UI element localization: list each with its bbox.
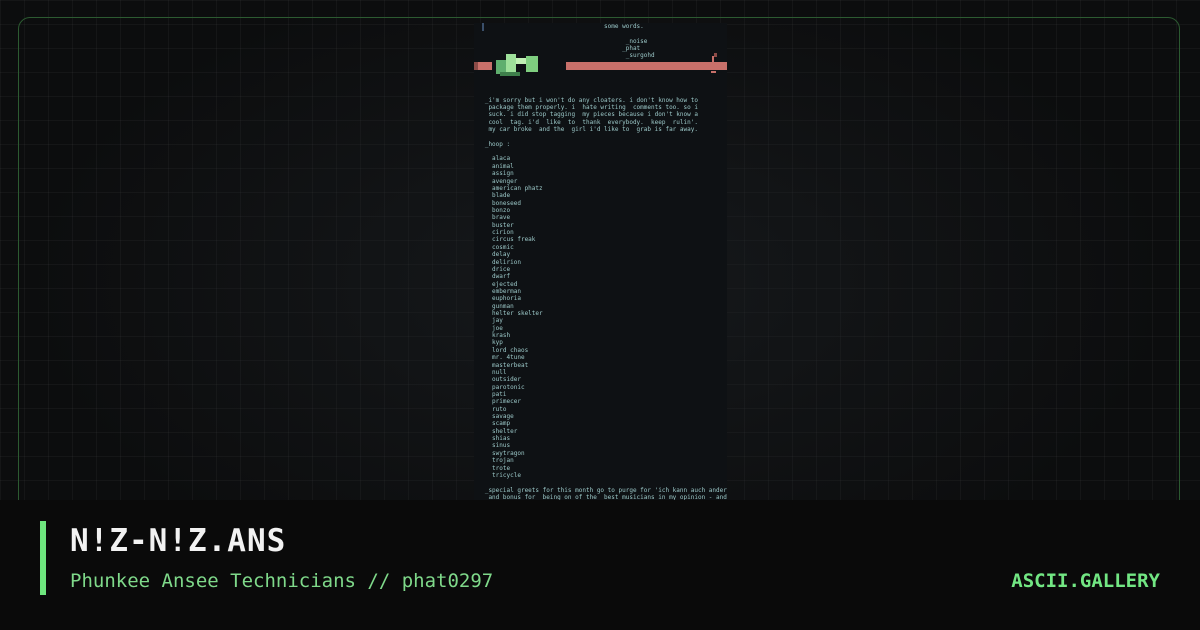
site-brand-link[interactable]: ASCII.GALLERY	[1011, 568, 1160, 594]
accent-bar	[40, 521, 46, 595]
page-title: N!Z-N!Z.ANS	[70, 523, 287, 559]
artwork-subtitle: Phunkee Ansee Technicians // phat0297	[70, 570, 494, 592]
artwork-text: some words. _noise _phat _surgohd _i'm s…	[484, 23, 727, 500]
ansi-artwork[interactable]: some words. _noise _phat _surgohd _i'm s…	[474, 23, 727, 500]
